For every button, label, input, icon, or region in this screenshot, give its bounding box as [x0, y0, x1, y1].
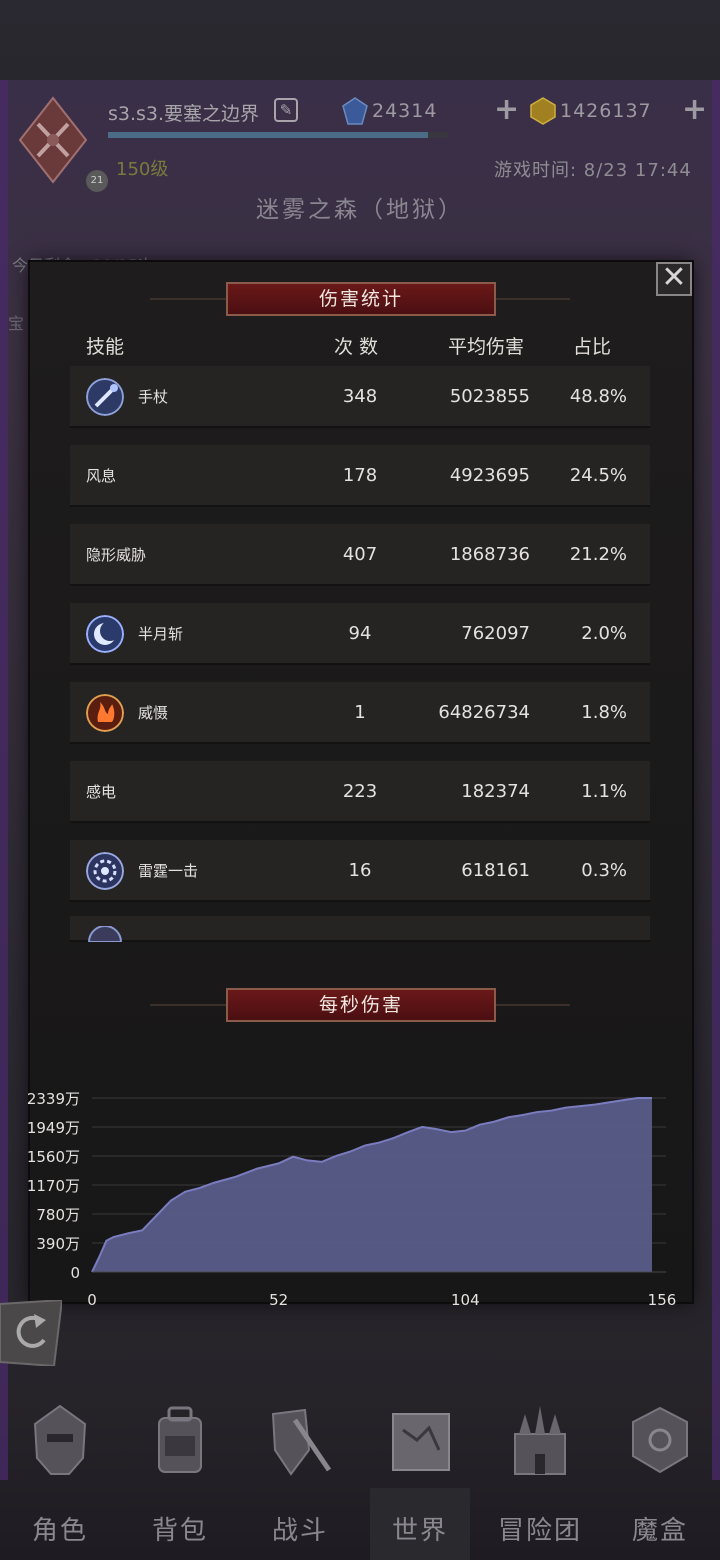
- x-tick-label: 0: [87, 1291, 97, 1309]
- nav-item-label[interactable]: 世界: [365, 1510, 475, 1547]
- y-tick-label: 0: [70, 1264, 80, 1282]
- sword-shield-icon[interactable]: [265, 1400, 335, 1480]
- y-tick-label: 2339万: [27, 1090, 80, 1108]
- nav-item-label[interactable]: 角色: [5, 1510, 115, 1547]
- y-tick-label: 1949万: [27, 1119, 80, 1137]
- back-button[interactable]: [0, 1300, 62, 1366]
- nav-item-label[interactable]: 战斗: [245, 1510, 355, 1547]
- nav-item-label[interactable]: 魔盒: [605, 1510, 715, 1547]
- backpack-icon[interactable]: [145, 1400, 215, 1480]
- x-tick-label: 104: [451, 1291, 480, 1309]
- y-tick-label: 390万: [36, 1235, 80, 1253]
- y-tick-label: 1170万: [27, 1177, 80, 1195]
- map-scroll-icon[interactable]: [385, 1400, 455, 1480]
- helmet-icon[interactable]: [25, 1400, 95, 1480]
- dps-chart: 0 390万 780万 1170万 1560万 1949万 2339万 0 52 104 156: [27, 1090, 677, 1309]
- x-tick-label: 156: [648, 1291, 677, 1309]
- castle-icon[interactable]: [505, 1400, 575, 1480]
- magic-cube-icon[interactable]: [625, 1400, 695, 1480]
- nav-item-label[interactable]: 背包: [125, 1510, 235, 1547]
- y-tick-label: 1560万: [27, 1148, 80, 1166]
- x-tick-label: 52: [269, 1291, 288, 1309]
- y-tick-label: 780万: [36, 1206, 80, 1224]
- nav-item-label[interactable]: 冒险团: [485, 1510, 595, 1547]
